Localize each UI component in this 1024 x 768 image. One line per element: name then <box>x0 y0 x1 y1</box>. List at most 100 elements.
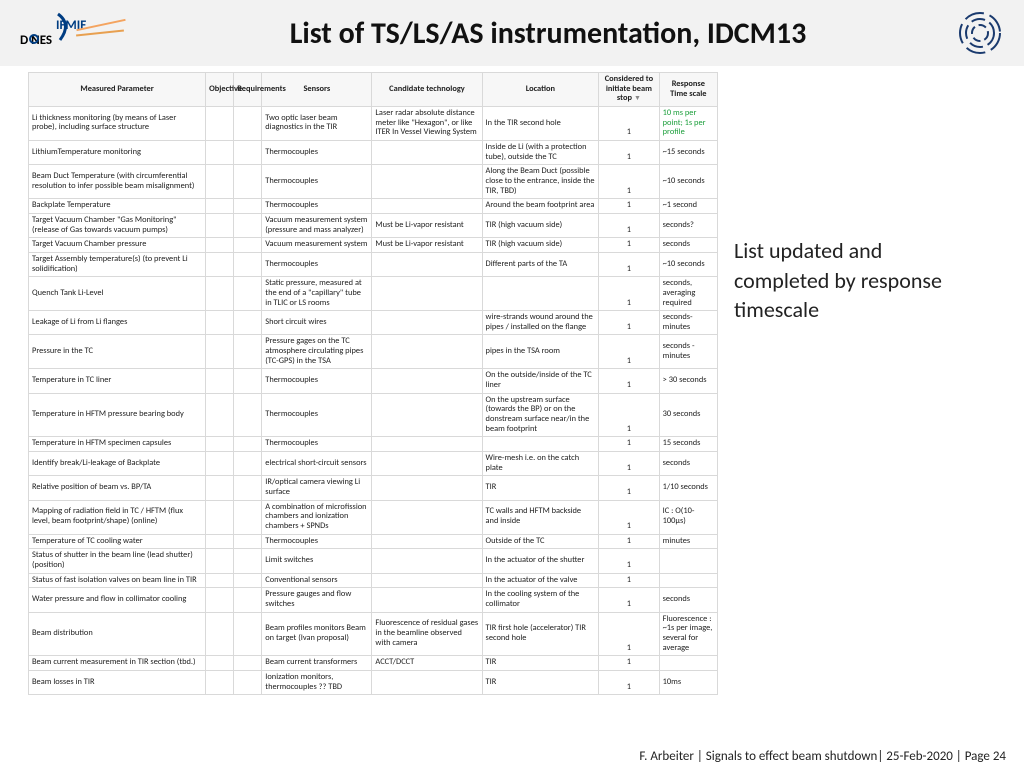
cell: 1 <box>599 369 659 393</box>
cell <box>234 165 262 199</box>
col-requirements: Requirements <box>234 73 262 107</box>
table-row: Beam losses in TIRIonization monitors, t… <box>29 670 718 694</box>
cell: seconds-minutes <box>659 311 717 335</box>
cell <box>234 393 262 437</box>
cell <box>206 238 234 253</box>
cell <box>234 612 262 656</box>
instrumentation-table: Measured Parameter Objective Requirement… <box>28 72 718 695</box>
cell <box>206 165 234 199</box>
cell: Different parts of the TA <box>482 252 599 276</box>
cell <box>234 573 262 588</box>
col-beam-stop: Considered to initiate beam stop▼ <box>599 73 659 107</box>
cell: Thermocouples <box>262 140 372 164</box>
cell: Along the Beam Duct (possible close to t… <box>482 165 599 199</box>
cell <box>206 213 234 237</box>
cell <box>372 588 482 612</box>
cell <box>206 588 234 612</box>
table-row: Temperature in HFTM pressure bearing bod… <box>29 393 718 437</box>
cell: In the TIR second hole <box>482 107 599 141</box>
cell <box>206 140 234 164</box>
cell: A combination of microfission chambers a… <box>262 500 372 534</box>
cell: Target Vacuum Chamber "Gas Monitoring" (… <box>29 213 206 237</box>
cell: > 30 seconds <box>659 369 717 393</box>
slide-header: IFMIF D NES List of TS/LS/AS instrumenta… <box>0 0 1024 66</box>
cell: Thermocouples <box>262 369 372 393</box>
cell: TIR <box>482 476 599 500</box>
spiral-circle-icon <box>956 9 1004 57</box>
cell: ~1 second <box>659 199 717 214</box>
cell: Fluorescence : ~1s per image, several fo… <box>659 612 717 656</box>
cell: Outside of the TC <box>482 534 599 549</box>
cell: Target Assembly temperature(s) (to preve… <box>29 252 206 276</box>
cell <box>234 335 262 369</box>
logo-right <box>956 9 1004 57</box>
cell: Thermocouples <box>262 534 372 549</box>
cell: Short circuit wires <box>262 311 372 335</box>
cell <box>206 393 234 437</box>
cell: 1 <box>599 612 659 656</box>
cell <box>234 588 262 612</box>
cell: Status of shutter in the beam line (lead… <box>29 549 206 573</box>
cell: Thermocouples <box>262 393 372 437</box>
cell: 15 seconds <box>659 437 717 452</box>
cell: Temperature in HFTM specimen capsules <box>29 437 206 452</box>
cell: Pressure in the TC <box>29 335 206 369</box>
cell: Beam Duct Temperature (with circumferent… <box>29 165 206 199</box>
table-row: Identify break/Li-leakage of Backplateel… <box>29 452 718 476</box>
cell: Li thickness monitoring (by means of Las… <box>29 107 206 141</box>
cell: IC : O(10-100µs) <box>659 500 717 534</box>
cell: Must be Li-vapor resistant <box>372 238 482 253</box>
col-measured-parameter: Measured Parameter <box>29 73 206 107</box>
cell <box>372 549 482 573</box>
cell <box>234 252 262 276</box>
cell: Vacuum measurement system (pressure and … <box>262 213 372 237</box>
cell: On the outside/inside of the TC liner <box>482 369 599 393</box>
cell <box>234 670 262 694</box>
cell <box>659 573 717 588</box>
cell: pipes in the TSA room <box>482 335 599 369</box>
cell: 1 <box>599 277 659 311</box>
table-row: Mapping of radiation field in TC / HFTM … <box>29 500 718 534</box>
cell: 1 <box>599 238 659 253</box>
table-row: Target Vacuum Chamber pressureVacuum mea… <box>29 238 718 253</box>
cell: Beam losses in TIR <box>29 670 206 694</box>
slide-footer: F. Arbeiter | Signals to effect beam shu… <box>639 749 1006 764</box>
table-row: Li thickness monitoring (by means of Las… <box>29 107 718 141</box>
cell: 1 <box>599 534 659 549</box>
cell <box>482 277 599 311</box>
cell <box>206 311 234 335</box>
cell: 1 <box>599 452 659 476</box>
cell <box>206 549 234 573</box>
logo-left: IFMIF D NES <box>20 18 140 48</box>
cell: ACCT/DCCT <box>372 656 482 671</box>
cell: Beam profiles monitors Beam on target (I… <box>262 612 372 656</box>
cell: Identify break/Li-leakage of Backplate <box>29 452 206 476</box>
cell: TIR (high vacuum side) <box>482 238 599 253</box>
cell <box>206 573 234 588</box>
cell: 30 seconds <box>659 393 717 437</box>
cell: Inside de Li (with a protection tube), o… <box>482 140 599 164</box>
cell: seconds <box>659 238 717 253</box>
cell: Pressure gauges and flow switches <box>262 588 372 612</box>
cell <box>206 252 234 276</box>
cell <box>234 107 262 141</box>
cell: 1 <box>599 252 659 276</box>
col-candidate-technology: Candidate technology <box>372 73 482 107</box>
cell <box>206 199 234 214</box>
cell <box>372 500 482 534</box>
cell: wire-strands wound around the pipes / in… <box>482 311 599 335</box>
cell: TIR (high vacuum side) <box>482 213 599 237</box>
table-row: Temperature of TC cooling waterThermocou… <box>29 534 718 549</box>
cell: seconds <box>659 452 717 476</box>
cell: 1 <box>599 549 659 573</box>
cell: ~15 seconds <box>659 140 717 164</box>
cell: Target Vacuum Chamber pressure <box>29 238 206 253</box>
cell <box>234 452 262 476</box>
cell: LithiumTemperature monitoring <box>29 140 206 164</box>
cell <box>206 670 234 694</box>
cell: seconds - minutes <box>659 335 717 369</box>
cell <box>234 476 262 500</box>
slide-body: Measured Parameter Objective Requirement… <box>0 66 1024 740</box>
cell <box>372 437 482 452</box>
cell: TIR <box>482 670 599 694</box>
